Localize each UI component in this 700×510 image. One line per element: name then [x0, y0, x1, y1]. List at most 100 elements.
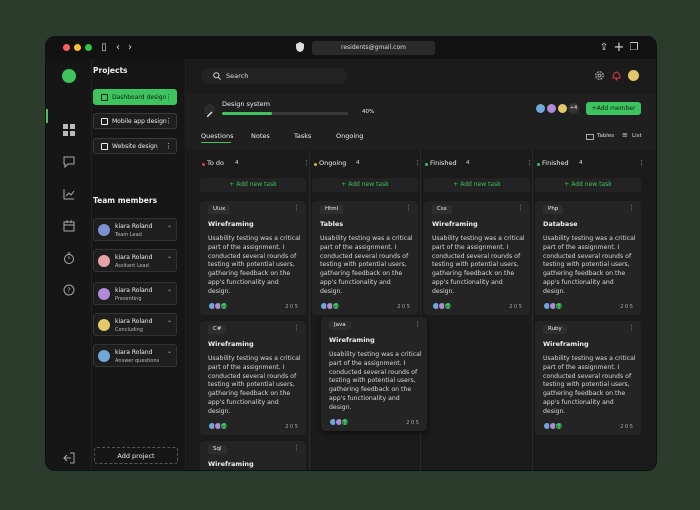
forward-arrow-icon[interactable]: ›	[124, 41, 136, 55]
add-task-button[interactable]: + Add new task	[312, 178, 418, 192]
search-input[interactable]: Search	[201, 68, 347, 84]
team-member-card[interactable]: kiara Roland Team Lead ⌄	[93, 218, 177, 241]
card-stats: 2 0 5	[285, 304, 298, 310]
avatar-count: +4	[220, 302, 228, 310]
task-card[interactable]: Ruby ⋮ Wireframing Usability testing was…	[535, 321, 641, 435]
avatar	[98, 319, 110, 331]
column-menu-icon[interactable]: ⋮	[414, 159, 421, 167]
column-menu-icon[interactable]: ⋮	[303, 159, 310, 167]
task-card[interactable]: Uiux ⋮ Wireframing Usability testing was…	[200, 201, 306, 315]
card-title: Wireframing	[329, 336, 375, 344]
chat-icon[interactable]	[63, 156, 75, 168]
avatar	[98, 224, 110, 236]
more-icon[interactable]: ⋮	[165, 117, 172, 125]
team-member-card[interactable]: kiara Roland Concluding ⌄	[93, 313, 177, 336]
task-card[interactable]: C# ⋮ Wireframing Usability testing was a…	[200, 321, 306, 435]
card-description: Usability testing was a critical part of…	[543, 355, 636, 415]
chevron-down-icon[interactable]: ⌄	[167, 348, 172, 355]
active-rail-indicator	[46, 109, 48, 123]
chart-icon[interactable]	[63, 188, 75, 200]
tabs-overview-icon[interactable]: ❐	[628, 41, 640, 55]
member-name: kiara Roland	[115, 223, 153, 230]
card-title: Wireframing	[208, 460, 254, 468]
view-tables-option[interactable]: Tables	[597, 133, 614, 139]
avatar-count: +4	[341, 418, 349, 426]
user-avatar[interactable]	[628, 70, 639, 81]
column-menu-icon[interactable]: ⋮	[638, 159, 645, 167]
task-card[interactable]: Css ⋮ Wireframing Usability testing was …	[424, 201, 530, 315]
column-menu-icon[interactable]: ⋮	[526, 159, 533, 167]
card-menu-icon[interactable]: ⋮	[628, 204, 635, 212]
card-menu-icon[interactable]: ⋮	[414, 320, 421, 328]
add-task-button[interactable]: + Add new task	[200, 178, 306, 192]
card-menu-icon[interactable]: ⋮	[405, 204, 412, 212]
card-menu-icon[interactable]: ⋮	[293, 324, 300, 332]
chevron-down-icon[interactable]: ⌄	[167, 317, 172, 324]
status-dot	[425, 163, 428, 166]
task-card[interactable]: Sql ⋮ Wireframing	[200, 441, 306, 470]
project-title: Design system	[222, 100, 271, 108]
help-icon[interactable]: ?	[63, 284, 75, 296]
team-member-card[interactable]: kiara Roland Answer questions ⌄	[93, 344, 177, 367]
grid-icon[interactable]	[63, 124, 75, 136]
add-member-button[interactable]: +Add member	[586, 102, 641, 115]
table-view-icon	[586, 134, 594, 140]
add-task-button[interactable]: + Add new task	[424, 178, 530, 192]
team-member-card[interactable]: kiara Roland Assitant Lead ⌄	[93, 249, 177, 272]
tab-tasks[interactable]: Tasks	[294, 132, 311, 140]
card-title: Database	[543, 220, 578, 228]
sidebar-toggle-icon[interactable]: ▯	[98, 41, 110, 55]
tag-badge: Css	[432, 205, 452, 214]
browser-icon	[101, 143, 108, 150]
tab-ongoing[interactable]: Ongoing	[336, 132, 363, 140]
bell-icon[interactable]	[611, 70, 622, 81]
member-role: Assitant Lead	[115, 263, 149, 269]
project-mobile-app-design[interactable]: Mobile app design ⋮	[93, 113, 177, 129]
team-member-card[interactable]: kiara Roland Presenting ⌄	[93, 282, 177, 305]
member-name: kiara Roland	[115, 287, 153, 294]
share-icon[interactable]: ⇪	[598, 41, 610, 55]
avatar-count: +4	[555, 422, 563, 430]
task-card[interactable]: Html ⋮ Tables Usability testing was a cr…	[312, 201, 418, 315]
card-menu-icon[interactable]: ⋮	[628, 324, 635, 332]
project-label: Dashboard design	[112, 94, 167, 101]
column-count: 4	[579, 160, 583, 166]
column-divider	[309, 150, 310, 470]
team-members-title: Team members	[93, 196, 158, 205]
logout-icon[interactable]	[63, 452, 75, 464]
grid-icon	[101, 94, 108, 101]
more-icon[interactable]: ⋮	[165, 93, 172, 101]
back-arrow-icon[interactable]: ‹	[112, 41, 124, 55]
chevron-down-icon[interactable]: ⌄	[167, 253, 172, 260]
tab-notes[interactable]: Notes	[251, 132, 270, 140]
member-name: kiara Roland	[115, 349, 153, 356]
minimize-window-button[interactable]	[74, 44, 81, 51]
more-icon[interactable]: ⋮	[165, 142, 172, 150]
card-menu-icon[interactable]: ⋮	[293, 204, 300, 212]
project-dashboard-design[interactable]: Dashboard design ⋮	[93, 89, 177, 105]
project-website-design[interactable]: Website design ⋮	[93, 138, 177, 154]
avatar-count: +4	[220, 422, 228, 430]
task-card[interactable]: Php ⋮ Database Usability testing was a c…	[535, 201, 641, 315]
tag-badge: C#	[208, 325, 227, 334]
maximize-window-button[interactable]	[85, 44, 92, 51]
new-tab-icon[interactable]: +	[613, 41, 625, 55]
chevron-down-icon[interactable]: ⌄	[167, 286, 172, 293]
tab-questions[interactable]: Questions	[201, 132, 233, 140]
add-project-button[interactable]: Add project	[94, 447, 178, 464]
url-bar[interactable]: residents@gmail.com	[312, 41, 435, 55]
avatar-count: +4	[444, 302, 452, 310]
calendar-icon[interactable]	[63, 220, 75, 232]
member-role: Concluding	[115, 327, 143, 333]
gear-icon[interactable]	[594, 70, 605, 81]
timer-icon[interactable]	[63, 252, 75, 264]
view-list-option[interactable]: List	[632, 133, 642, 139]
close-window-button[interactable]	[63, 44, 70, 51]
card-menu-icon[interactable]: ⋮	[517, 204, 524, 212]
chevron-down-icon[interactable]: ⌄	[167, 222, 172, 229]
task-card-dragging[interactable]: Java ⋮ Wireframing Usability testing was…	[321, 317, 427, 431]
add-task-button[interactable]: + Add new task	[535, 178, 641, 192]
avatar-count: +4	[332, 302, 340, 310]
card-menu-icon[interactable]: ⋮	[293, 444, 300, 452]
card-stats: 2 0 5	[620, 424, 633, 430]
